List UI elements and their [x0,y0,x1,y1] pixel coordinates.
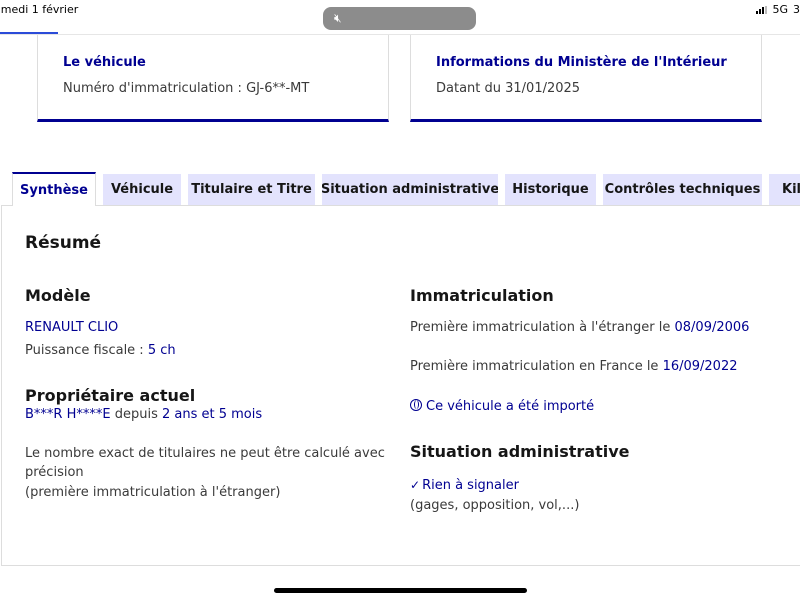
tab-controles-techniques[interactable]: Contrôles techniques [603,174,762,205]
france-registration-date: 16/09/2022 [662,359,738,374]
owner-note-line-2: précision [25,465,84,480]
summary-title: Résumé [25,233,102,253]
status-indicators: 5G 3 [756,3,800,16]
ministry-date: Datant du 31/01/2025 [436,81,581,96]
owner-heading: Propriétaire actuel [25,386,196,405]
registration-heading: Immatriculation [410,286,554,305]
battery-fragment: 3 [793,3,800,16]
tab-titulaire[interactable]: Titulaire et Titre [188,174,315,205]
model-heading: Modèle [25,286,91,305]
tab-historique[interactable]: Historique [505,174,596,205]
tab-kilometrage[interactable]: Kil [769,174,800,205]
vehicle-card-title: Le véhicule [63,55,146,70]
globe-icon [410,399,422,411]
ministry-card-title: Informations du Ministère de l'Intérieur [436,55,727,70]
foreign-registration-label: Première immatriculation à l'étranger le [410,320,675,335]
owner-since-label: depuis [110,407,162,422]
owner-name: B***R H****E [25,407,111,422]
network-label: 5G [772,3,788,16]
france-registration: Première immatriculation en France le 16… [410,359,738,374]
tab-vehicule[interactable]: Véhicule [103,174,181,205]
imported-link[interactable]: Ce véhicule a été importé [410,399,594,414]
admin-status: ✓ Rien à signaler [410,478,519,493]
check-icon: ✓ [410,478,421,492]
owner-note-line-3: (première immatriculation à l'étranger) [25,485,281,500]
admin-details: (gages, opposition, vol,...) [410,498,580,513]
fiscal-power: Puissance fiscale : 5 ch [25,343,176,358]
fiscal-power-label: Puissance fiscale : [25,343,148,358]
header-accent [0,32,58,34]
tab-situation-administrative[interactable]: Situation administrative [322,174,498,205]
home-indicator[interactable] [274,588,527,593]
fiscal-power-value: 5 ch [147,343,176,358]
status-date: amedi 1 février [0,3,79,16]
imported-link-label: Ce véhicule a été importé [426,399,595,414]
admin-heading: Situation administrative [410,442,630,461]
vehicle-card: Le véhicule Numéro d'immatriculation : G… [37,35,389,122]
france-registration-label: Première immatriculation en France le [410,359,663,374]
plate-number: Numéro d'immatriculation : GJ-6**-MT [63,81,310,96]
muted-speaker-icon: 🔇︎ [334,11,342,25]
owner-note-line-1: Le nombre exact de titulaires ne peut êt… [25,446,385,461]
ministry-card: Informations du Ministère de l'Intérieur… [410,35,762,122]
owner-duration: 2 ans et 5 mois [161,407,263,422]
tab-synthese[interactable]: Synthèse [12,172,96,206]
tab-bar: Synthèse Véhicule Titulaire et Titre Sit… [0,172,800,206]
foreign-registration: Première immatriculation à l'étranger le… [410,320,749,335]
foreign-registration-date: 08/09/2006 [674,320,750,335]
model-name: RENAULT CLIO [25,320,119,335]
admin-status-label: Rien à signaler [422,478,519,493]
owner-info: B***R H****E depuis 2 ans et 5 mois [25,407,262,422]
media-pill[interactable] [323,7,476,30]
signal-icon [756,5,768,14]
